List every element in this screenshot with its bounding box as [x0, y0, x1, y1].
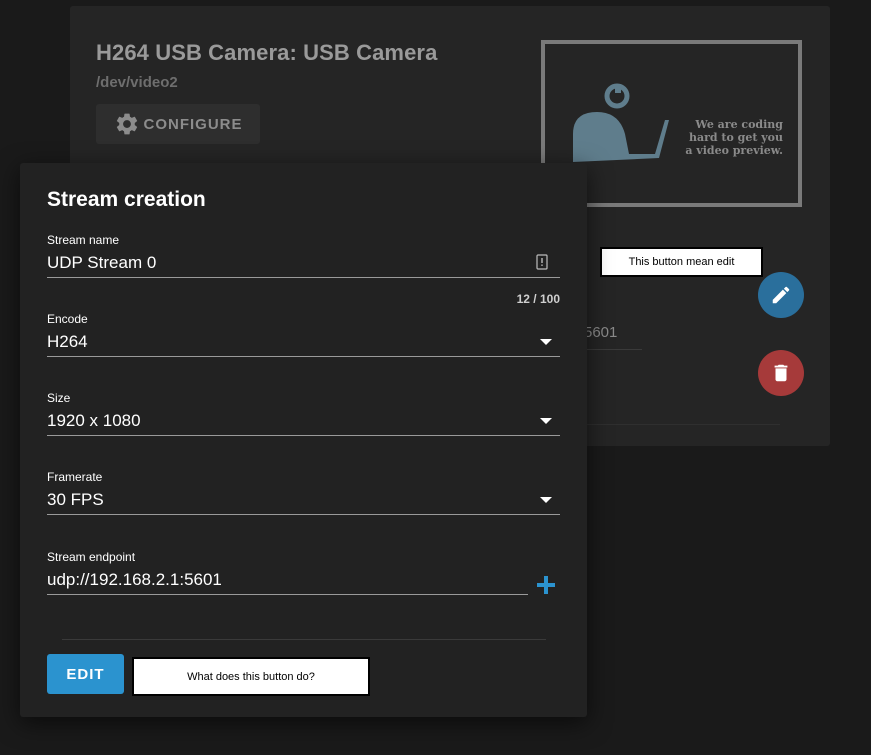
coder-illustration: [573, 83, 669, 162]
configure-button[interactable]: CONFIGURE: [96, 104, 260, 144]
annotation-edit-note: This button mean edit: [600, 247, 763, 277]
character-counter: 12 / 100: [516, 292, 560, 306]
camera-title: H264 USB Camera: USB Camera: [96, 40, 438, 65]
stream-name-label: Stream name: [47, 233, 120, 247]
gear-icon: [116, 113, 137, 135]
encode-dropdown[interactable]: H264: [47, 327, 560, 357]
stream-name-field[interactable]: Stream name UDP Stream 0: [47, 232, 560, 278]
size-dropdown[interactable]: 1920 x 1080: [47, 406, 560, 436]
size-value: 1920 x 1080: [47, 410, 141, 430]
stream-endpoint-text: udp://192.168.2.1:5601: [47, 569, 222, 589]
trash-icon: [774, 364, 788, 382]
preview-text-line: a video preview.: [685, 144, 783, 157]
stream-endpoint-input[interactable]: udp://192.168.2.1:5601: [47, 565, 528, 595]
framerate-value: 30 FPS: [47, 489, 104, 509]
encode-label: Encode: [47, 312, 88, 326]
framerate-select[interactable]: Framerate 30 FPS: [47, 469, 560, 515]
camera-device-path: /dev/video2: [96, 74, 178, 91]
stream-name-value: UDP Stream 0: [47, 252, 157, 272]
delete-stream-button[interactable]: [758, 350, 804, 396]
framerate-dropdown[interactable]: 30 FPS: [47, 485, 560, 515]
dialog-title: Stream creation: [47, 188, 206, 211]
stream-endpoint-value: 5601: [584, 314, 642, 350]
preview-text-line: We are coding: [695, 118, 783, 131]
annotation-question-note: What does this button do?: [132, 657, 370, 696]
encode-value: H264: [47, 331, 88, 351]
stream-creation-dialog: Stream creation Stream name UDP Stream 0…: [20, 163, 587, 717]
chevron-down-icon[interactable]: [540, 497, 552, 503]
encode-select[interactable]: Encode H264: [47, 311, 560, 357]
edit-stream-button[interactable]: [758, 272, 804, 318]
size-label: Size: [47, 391, 71, 405]
chevron-down-icon[interactable]: [540, 339, 552, 345]
preview-text-line: hard to get you: [688, 131, 783, 144]
chevron-down-icon[interactable]: [540, 418, 552, 424]
page: H264 USB Camera: USB Camera /dev/video2 …: [0, 0, 871, 755]
edit-button[interactable]: EDIT: [47, 654, 124, 694]
stream-endpoint-field[interactable]: Stream endpoint udp://192.168.2.1:5601: [47, 549, 560, 595]
dialog-divider: [62, 639, 546, 640]
framerate-label: Framerate: [47, 470, 103, 484]
size-select[interactable]: Size 1920 x 1080: [47, 390, 560, 436]
pencil-icon: [772, 286, 790, 304]
card-divider: [584, 424, 780, 425]
badge-icon: [536, 254, 548, 270]
stream-name-input[interactable]: UDP Stream 0: [47, 248, 560, 278]
plus-icon[interactable]: [536, 575, 556, 595]
preview-placeholder-text: We are coding hard to get you a video pr…: [673, 118, 783, 157]
stream-endpoint-label: Stream endpoint: [47, 550, 136, 564]
configure-label: CONFIGURE: [143, 115, 243, 133]
